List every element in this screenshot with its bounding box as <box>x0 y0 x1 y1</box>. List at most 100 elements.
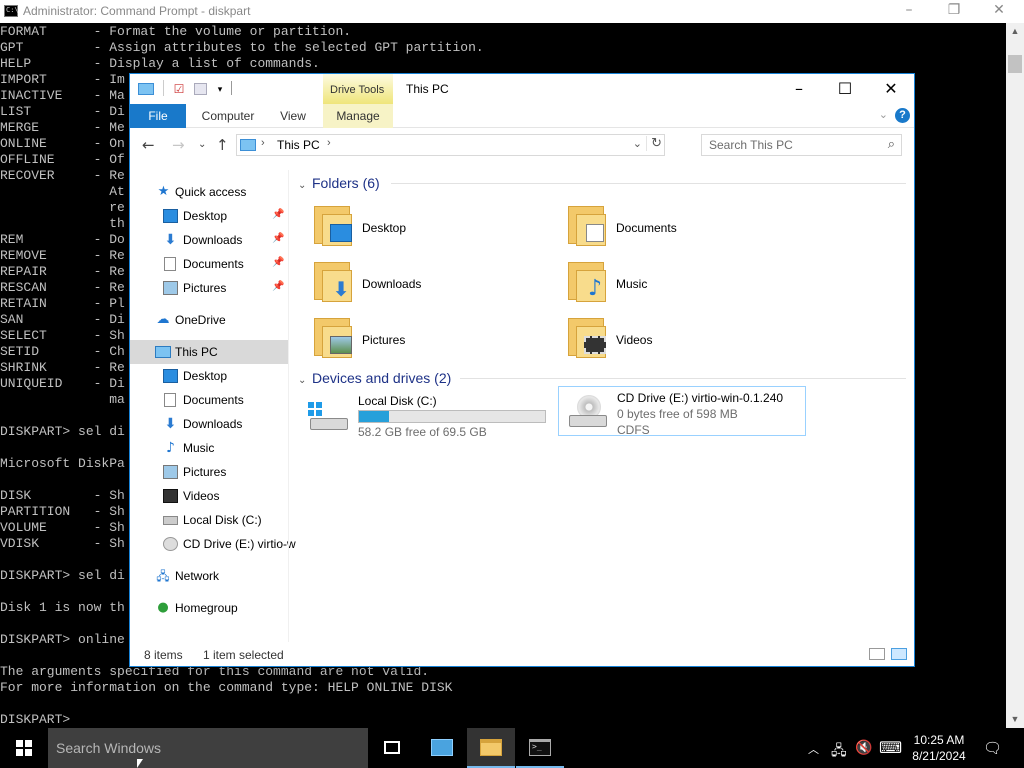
nav-pc-pictures[interactable]: Pictures <box>130 460 288 484</box>
cmd-scroll-thumb[interactable] <box>1008 55 1022 73</box>
cmd-minimize-button[interactable]: – <box>886 0 932 23</box>
devices-group-header[interactable]: ⌄ Devices and drives (2) <box>298 370 451 386</box>
address-bar-row: ← → ⌄ ↑ › This PC › ⌄ ↻ ⌕ <box>130 130 914 160</box>
pin-icon[interactable]: 📌 <box>272 281 284 292</box>
properties-icon[interactable]: ☑ <box>172 81 186 97</box>
tab-file[interactable]: File <box>130 104 186 128</box>
explorer-minimize-button[interactable]: – <box>776 74 822 104</box>
taskbar-file-explorer[interactable] <box>467 728 515 768</box>
nav-onedrive[interactable]: ☁ OneDrive <box>130 308 288 332</box>
address-bar[interactable]: › This PC › ⌄ ↻ <box>236 134 665 156</box>
nav-pc-music[interactable]: ♪ Music <box>130 436 288 460</box>
tiles-view-icon[interactable] <box>891 648 907 660</box>
address-dropdown-icon[interactable]: ⌄ <box>633 137 642 150</box>
expand-ribbon-chevron-icon[interactable]: ⌄ <box>879 108 888 121</box>
nav-quick-access[interactable]: ★ Quick access <box>130 180 288 204</box>
cmd-scrollbar[interactable]: ▲ ▼ <box>1006 23 1024 728</box>
taskbar-search-input[interactable] <box>56 738 356 758</box>
nav-homegroup[interactable]: ● Homegroup <box>130 596 288 620</box>
explorer-close-button[interactable]: ✕ <box>868 74 914 104</box>
drive-tile-local-disk[interactable]: Local Disk (C:) 58.2 GB free of 69.5 GB <box>300 390 548 440</box>
folder-tile-downloads[interactable]: ⬇ Downloads <box>290 256 530 306</box>
nav-qa-desktop[interactable]: Desktop 📌 <box>130 204 288 228</box>
content-pane[interactable]: ⌄ Folders (6) Desktop Documents ⬇ Downlo… <box>290 170 912 640</box>
explorer-window[interactable]: ☑ ▾ Drive Tools This PC – ☐ ✕ File Compu… <box>129 73 915 667</box>
pictures-icon <box>163 465 178 479</box>
folder-tile-pictures[interactable]: Pictures <box>290 312 530 362</box>
taskbar-server-manager[interactable] <box>418 728 466 768</box>
recent-locations-chevron-icon[interactable]: ⌄ <box>198 139 206 150</box>
tab-manage[interactable]: Manage <box>323 104 393 128</box>
action-center-icon[interactable]: 🗨 <box>983 739 1002 757</box>
homegroup-icon: ● <box>157 600 169 615</box>
folder-tile-videos[interactable]: Videos <box>544 312 784 362</box>
folder-tile-desktop[interactable]: Desktop <box>290 200 530 250</box>
cmd-close-button[interactable]: ✕ <box>976 0 1022 23</box>
drive-filesystem: CDFS <box>617 423 650 437</box>
drive-name: CD Drive (E:) virtio-win-0.1.240 <box>617 391 784 405</box>
tab-view[interactable]: View <box>268 104 318 128</box>
nav-pc-cd-drive[interactable]: CD Drive (E:) virtio-w <box>130 532 296 556</box>
nav-label: Music <box>183 441 215 455</box>
explorer-maximize-button[interactable]: ☐ <box>822 74 868 104</box>
music-icon: ♪ <box>166 440 175 456</box>
back-arrow-icon[interactable]: ← <box>142 136 155 154</box>
collapse-chevron-icon[interactable]: ⌄ <box>298 375 312 386</box>
keyboard-icon[interactable]: ⌨ <box>879 738 902 757</box>
breadcrumb-separator-icon[interactable]: › <box>327 137 331 149</box>
nav-pc-downloads[interactable]: ⬇ Downloads <box>130 412 288 436</box>
nav-qa-documents[interactable]: Documents 📌 <box>130 252 288 276</box>
folder-documents-icon <box>568 206 606 246</box>
nav-pc-videos[interactable]: Videos <box>130 484 288 508</box>
breadcrumb-separator-icon[interactable]: › <box>261 137 265 149</box>
explorer-titlebar[interactable]: ☑ ▾ Drive Tools This PC – ☐ ✕ <box>130 74 914 104</box>
nav-network[interactable]: 🖧 Network <box>130 564 288 588</box>
system-clock[interactable]: 10:25 AM 8/21/2024 <box>908 732 970 764</box>
cmd-restore-button[interactable]: ❐ <box>931 0 977 23</box>
volume-muted-icon[interactable]: 🔇 <box>855 740 872 756</box>
network-status-icon[interactable]: 🖧 <box>831 740 847 764</box>
nav-pc-local-disk[interactable]: Local Disk (C:) <box>130 508 288 532</box>
forward-arrow-icon[interactable]: → <box>172 136 185 154</box>
customize-qat-icon[interactable]: ▾ <box>214 81 226 97</box>
tab-computer[interactable]: Computer <box>192 104 264 128</box>
breadcrumb-this-pc[interactable]: This PC <box>277 138 320 152</box>
pin-icon[interactable]: 📌 <box>272 209 284 220</box>
drive-tile-cd-drive[interactable]: CD Drive (E:) virtio-win-0.1.240 0 bytes… <box>558 386 806 437</box>
scroll-up-arrow-icon[interactable]: ▲ <box>1006 23 1024 40</box>
nav-qa-pictures[interactable]: Pictures 📌 <box>130 276 288 300</box>
nav-pc-documents[interactable]: Documents <box>130 388 288 412</box>
nav-label: Pictures <box>183 465 227 479</box>
nav-label: OneDrive <box>175 313 226 327</box>
show-hidden-icons-chevron-icon[interactable]: ︿ <box>808 741 819 757</box>
collapse-chevron-icon[interactable]: ⌄ <box>298 180 312 191</box>
nav-this-pc[interactable]: This PC <box>130 340 288 364</box>
folder-tile-documents[interactable]: Documents <box>544 200 784 250</box>
folder-name: Documents <box>616 221 677 235</box>
documents-icon <box>164 393 176 407</box>
details-view-icon[interactable] <box>869 648 885 660</box>
new-folder-icon[interactable] <box>194 81 208 97</box>
help-icon[interactable]: ? <box>895 108 910 123</box>
scroll-down-arrow-icon[interactable]: ▼ <box>1006 711 1024 728</box>
taskbar-command-prompt[interactable]: >_ <box>516 728 564 768</box>
nav-qa-downloads[interactable]: ⬇ Downloads 📌 <box>130 228 288 252</box>
cmd-titlebar[interactable]: C:\ Administrator: Command Prompt - disk… <box>0 0 1024 23</box>
search-input[interactable] <box>704 137 874 153</box>
pin-icon[interactable]: 📌 <box>272 233 284 244</box>
hard-drive-icon <box>308 402 348 432</box>
cmd-app-icon: C:\ <box>4 5 19 17</box>
search-box[interactable]: ⌕ <box>701 134 902 156</box>
up-arrow-icon[interactable]: ↑ <box>216 136 229 154</box>
folder-tile-music[interactable]: ♪ Music <box>544 256 784 306</box>
drive-name: Local Disk (C:) <box>358 394 437 408</box>
folders-group-header[interactable]: ⌄ Folders (6) <box>298 175 380 191</box>
refresh-icon[interactable]: ↻ <box>646 136 662 151</box>
start-button[interactable] <box>0 728 48 768</box>
task-view-button[interactable] <box>368 728 416 768</box>
taskbar-search[interactable] <box>48 728 368 768</box>
search-icon[interactable]: ⌕ <box>888 137 895 152</box>
nav-pc-desktop[interactable]: Desktop <box>130 364 288 388</box>
pin-icon[interactable]: 📌 <box>272 257 284 268</box>
navigation-pane[interactable]: ★ Quick access Desktop 📌 ⬇ Downloads 📌 D… <box>130 174 296 644</box>
